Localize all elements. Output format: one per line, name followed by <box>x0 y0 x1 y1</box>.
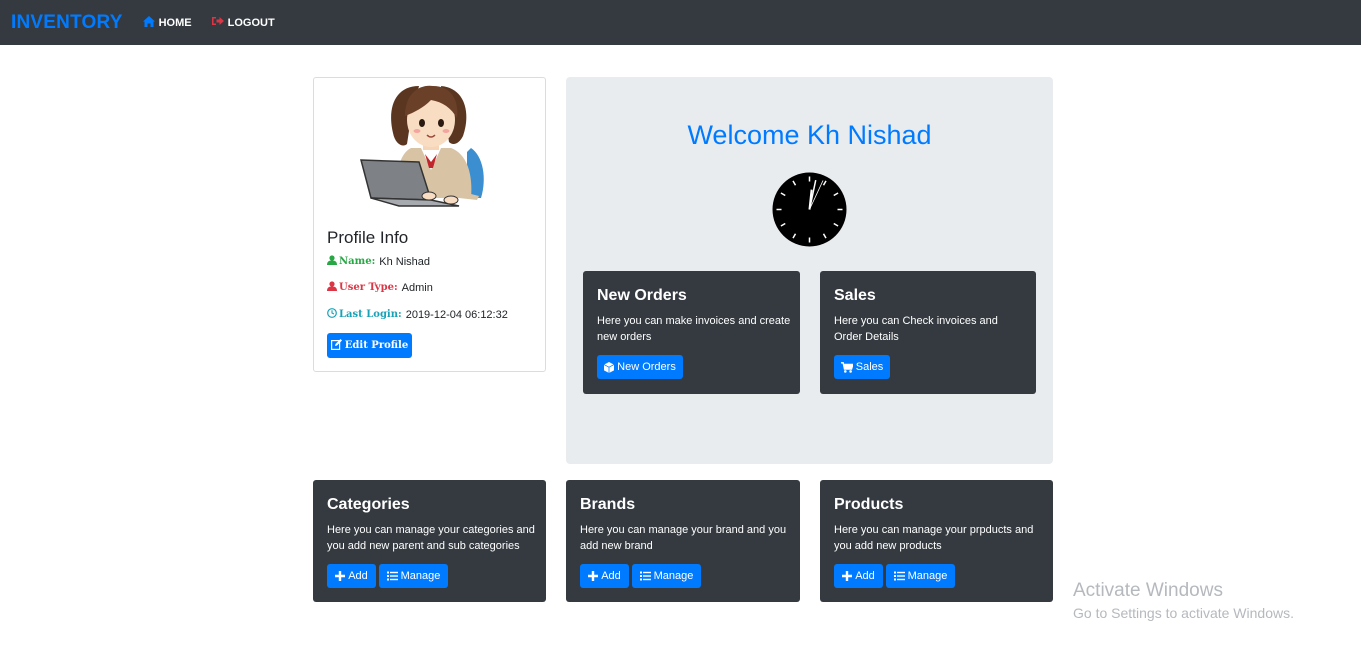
plus-icon <box>335 571 346 581</box>
home-icon <box>142 15 155 30</box>
sales-text: Here you can Check invoices and Order De… <box>834 315 998 343</box>
nav-home-label: HOME <box>158 16 192 29</box>
user-icon <box>327 281 337 294</box>
user-type-label-text: User Type: <box>339 282 398 293</box>
shopping-cart-icon <box>840 361 853 373</box>
profile-card: Profile Info Name: Kh Nishad User Type: … <box>313 77 546 372</box>
categories-add-button[interactable]: Add <box>327 564 376 588</box>
products-manage-label: Manage <box>907 570 948 582</box>
profile-avatar-illustration <box>359 78 499 213</box>
user-type-label: User Type: <box>327 281 398 294</box>
brands-card: Brands Here you can manage your brand an… <box>566 480 800 602</box>
profile-title: Profile Info <box>327 228 409 247</box>
brands-manage-label: Manage <box>653 570 694 582</box>
welcome-jumbotron: Welcome Kh Nishad New Orders Here you ca… <box>566 77 1053 464</box>
categories-manage-label: Manage <box>400 570 441 582</box>
sales-card: Sales Here you can Check invoices and Or… <box>820 271 1036 394</box>
last-login-label: Last Login: <box>327 308 402 321</box>
brands-add-label: Add <box>601 570 621 582</box>
list-icon <box>893 571 905 581</box>
sales-title: Sales <box>834 287 876 304</box>
brands-title: Brands <box>580 496 636 513</box>
sales-button[interactable]: Sales <box>834 355 890 379</box>
profile-name-row: Name: Kh Nishad <box>327 255 430 268</box>
categories-add-label: Add <box>348 570 368 582</box>
nav-logout-label: LOGOUT <box>227 16 275 29</box>
brands-manage-button[interactable]: Manage <box>632 564 701 588</box>
activate-windows-subtitle: Go to Settings to activate Windows. <box>1073 605 1294 621</box>
sales-button-label: Sales <box>855 361 884 373</box>
analog-clock <box>772 172 847 247</box>
products-add-button[interactable]: Add <box>834 564 883 588</box>
new-orders-text: Here you can make invoices and create ne… <box>597 315 791 343</box>
new-orders-card: New Orders Here you can make invoices an… <box>583 271 800 394</box>
brand-logo[interactable]: INVENTORY <box>11 12 123 34</box>
user-type-value: Admin <box>401 281 433 294</box>
categories-text: Here you can manage your categories and … <box>327 524 535 552</box>
products-text: Here you can manage your prpducts and yo… <box>834 524 1034 552</box>
cube-icon <box>604 361 615 373</box>
products-manage-button[interactable]: Manage <box>886 564 955 588</box>
list-icon <box>386 571 398 581</box>
welcome-heading: Welcome Kh Nishad <box>687 120 932 150</box>
name-label-text: Name: <box>339 256 376 267</box>
edit-profile-button[interactable]: Edit Profile <box>327 333 412 358</box>
activate-windows-title: Activate Windows <box>1073 580 1223 601</box>
profile-lastlogin-row: Last Login: 2019-12-04 06:12:32 <box>327 308 508 321</box>
last-login-value: 2019-12-04 06:12:32 <box>405 308 508 321</box>
top-navbar: INVENTORY HOME LOGOUT <box>0 0 1361 45</box>
edit-profile-label: Edit Profile <box>344 340 409 351</box>
products-add-label: Add <box>855 570 875 582</box>
nav-logout-link[interactable]: LOGOUT <box>211 16 275 29</box>
last-login-label-text: Last Login: <box>339 309 402 320</box>
new-orders-button-label: New Orders <box>617 361 676 373</box>
products-title: Products <box>834 496 904 513</box>
user-icon <box>327 255 337 268</box>
products-card: Products Here you can manage your prpduc… <box>820 480 1053 602</box>
categories-card: Categories Here you can manage your cate… <box>313 480 546 602</box>
nav-home-link[interactable]: HOME <box>142 15 192 30</box>
plus-icon <box>588 571 599 581</box>
new-orders-button[interactable]: New Orders <box>597 355 683 379</box>
new-orders-title: New Orders <box>597 287 687 304</box>
name-label: Name: <box>327 255 375 268</box>
categories-manage-button[interactable]: Manage <box>379 564 448 588</box>
list-icon <box>639 571 651 581</box>
profile-usertype-row: User Type: Admin <box>327 281 433 294</box>
brands-text: Here you can manage your brand and you a… <box>580 524 787 552</box>
clock-icon <box>327 308 337 321</box>
brands-add-button[interactable]: Add <box>580 564 629 588</box>
categories-title: Categories <box>327 496 410 513</box>
name-value: Kh Nishad <box>379 255 431 268</box>
sign-out-icon <box>211 16 224 29</box>
plus-icon <box>842 571 853 581</box>
edit-icon <box>330 338 342 353</box>
